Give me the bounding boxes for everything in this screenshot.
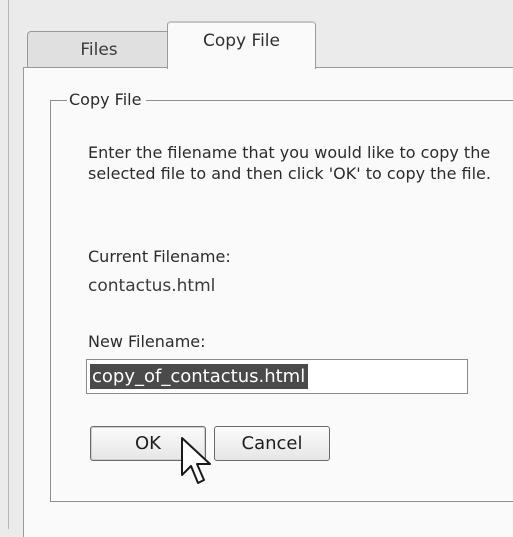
new-filename-input[interactable]: copy_of_contactus.html [86,359,468,394]
tab-files-label: Files [80,40,118,60]
tab-copy-file-label: Copy File [203,31,280,51]
instructions-text: Enter the filename that you would like t… [88,143,491,183]
dialog-frame-edge [8,0,9,529]
tab-copy-file[interactable]: Copy File [167,21,316,69]
tab-files[interactable]: Files [27,31,171,68]
groupbox-title: Copy File [67,89,147,111]
cancel-button[interactable]: Cancel [214,426,330,461]
new-filename-selected-text: copy_of_contactus.html [90,364,309,389]
mouse-pointer-icon [181,437,211,484]
current-filename-value: contactus.html [88,276,216,296]
current-filename-label: Current Filename: [88,247,231,266]
new-filename-label: New Filename: [88,332,206,351]
